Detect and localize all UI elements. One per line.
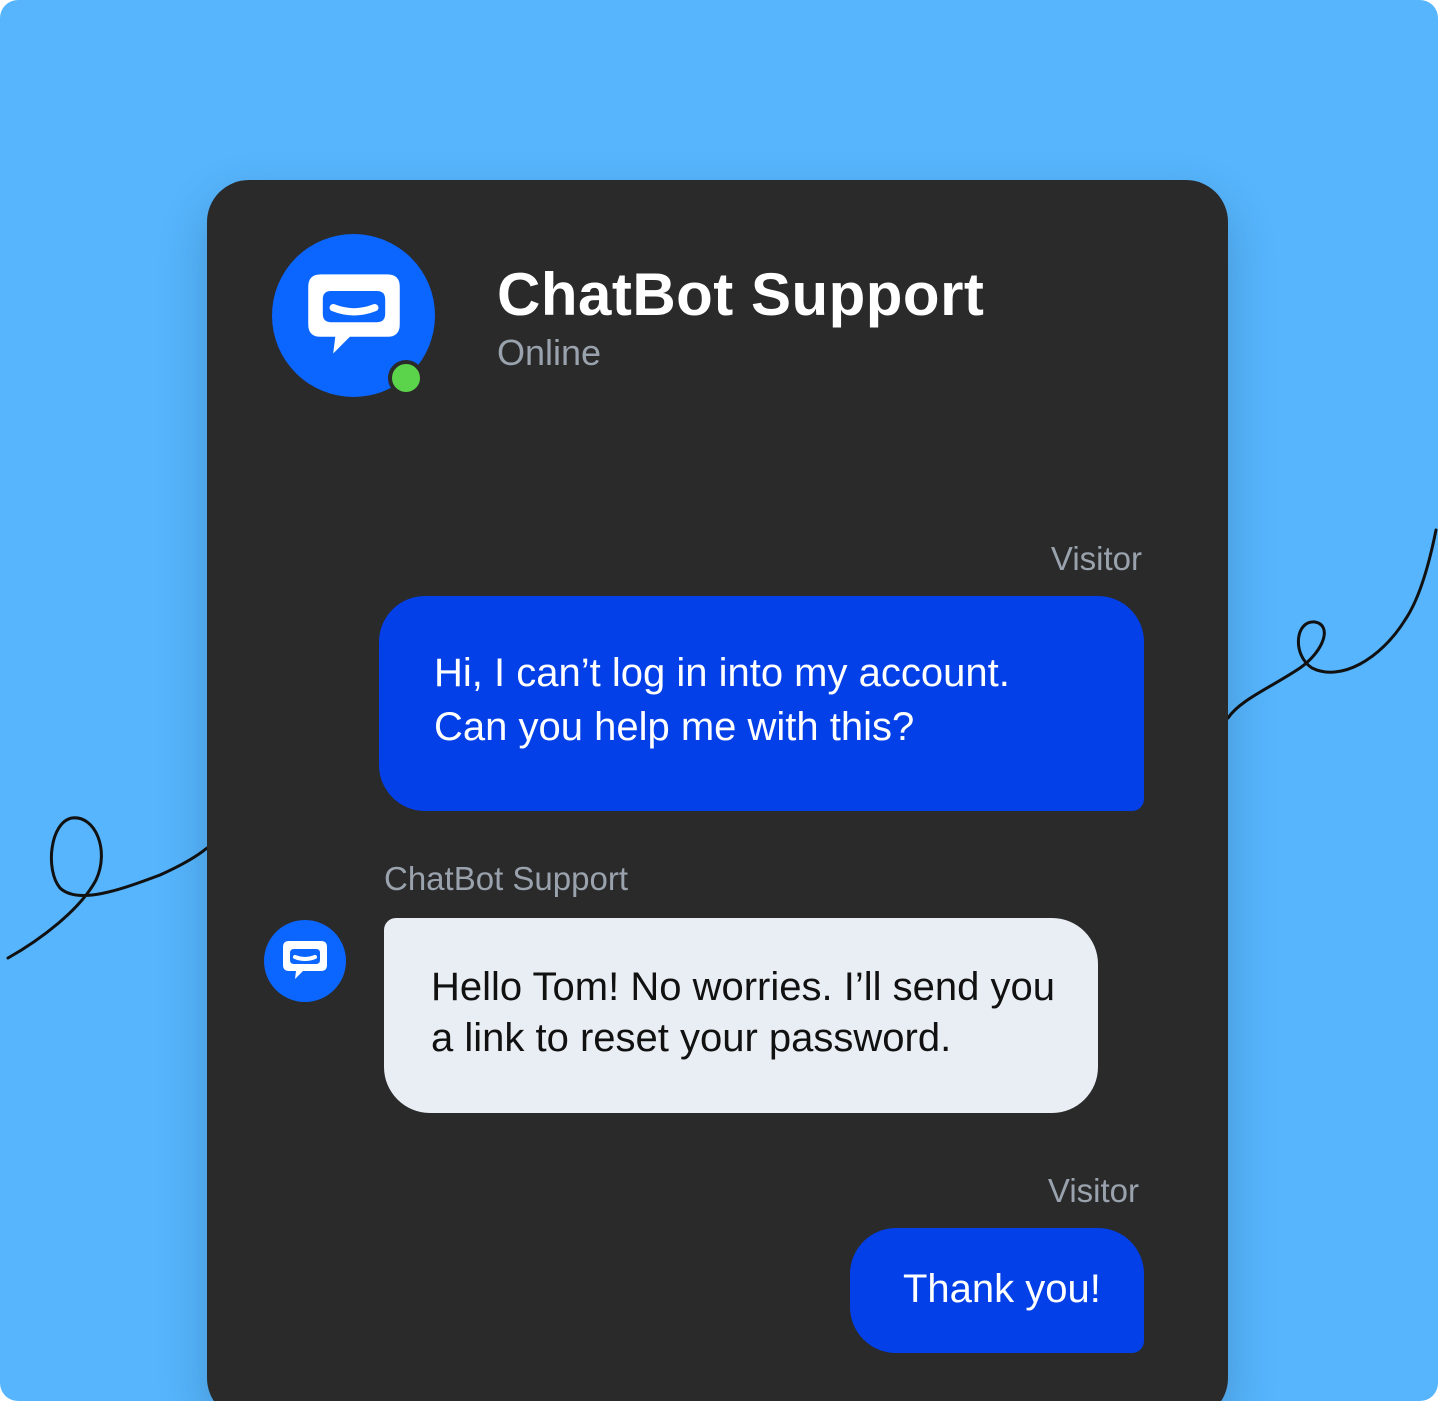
message-text-line: Hello Tom! No worries. I’ll send you <box>431 965 1055 1009</box>
bot-message-bubble: Hello Tom! No worries. I’ll send you a l… <box>384 918 1098 1113</box>
chat-status: Online <box>497 332 602 373</box>
online-status-dot <box>388 360 424 396</box>
bot-message-avatar <box>264 920 346 1002</box>
message-text-line: Thank you! <box>903 1267 1101 1311</box>
message-sender-label: Visitor <box>1047 1172 1139 1209</box>
visitor-message-bubble: Hi, I can’t log in into my account. Can … <box>379 596 1144 811</box>
chatbot-logo-icon <box>283 941 327 979</box>
page-background: ChatBot Support Online Visitor Hi, I can… <box>0 0 1438 1401</box>
message-sender-label: Visitor <box>1050 540 1142 577</box>
chat-title: ChatBot Support <box>497 261 985 328</box>
message-text-line: a link to reset your password. <box>431 1016 952 1060</box>
message-text-line: Can you help me with this? <box>434 705 915 749</box>
message-text-line: Hi, I can’t log in into my account. <box>434 651 1010 695</box>
chat-window: ChatBot Support Online Visitor Hi, I can… <box>207 180 1228 1401</box>
message-sender-label: ChatBot Support <box>384 860 628 897</box>
chatbot-logo-icon <box>307 273 400 353</box>
visitor-message-bubble: Thank you! <box>850 1228 1144 1353</box>
